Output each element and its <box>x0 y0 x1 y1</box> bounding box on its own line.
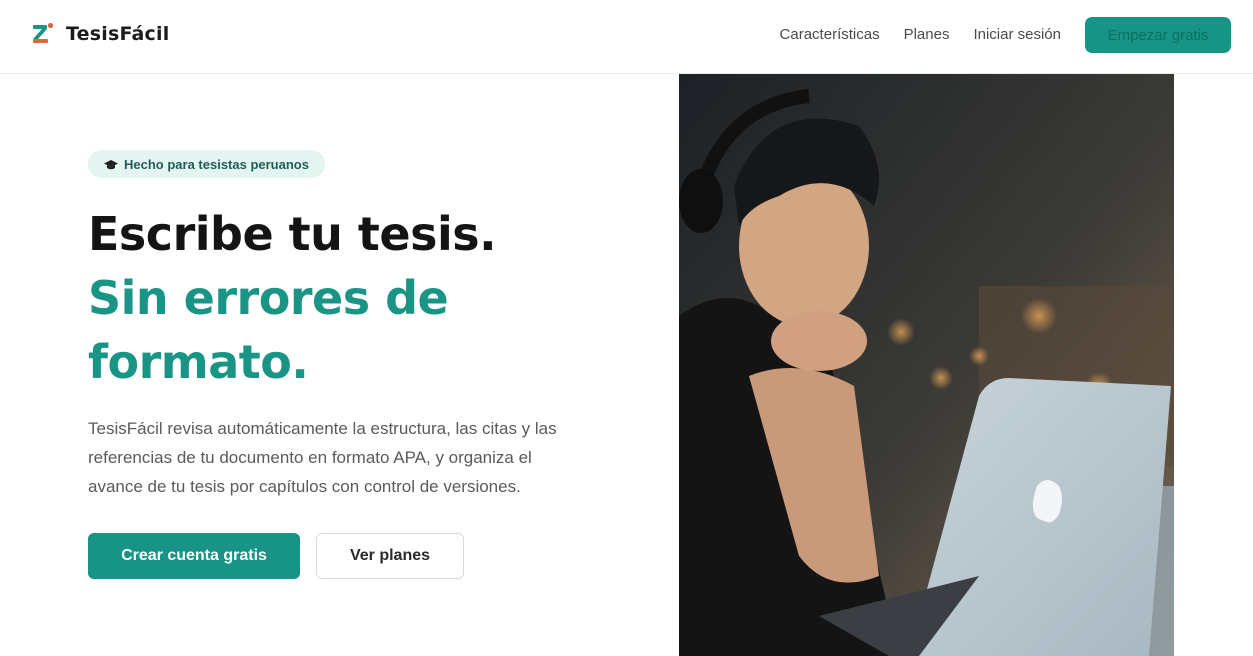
hero-headline: Escribe tu tesis. Sin errores de formato… <box>88 202 497 394</box>
view-plans-button[interactable]: Ver planes <box>316 533 464 579</box>
z-logo-icon <box>32 22 54 46</box>
nav-link-caracteristicas[interactable]: Características <box>780 17 880 53</box>
main-nav: Características Planes Iniciar sesión Em… <box>780 17 1231 53</box>
graduation-cap-icon <box>104 158 118 170</box>
create-account-button[interactable]: Crear cuenta gratis <box>88 533 300 579</box>
nav-link-planes[interactable]: Planes <box>904 17 950 53</box>
start-free-button[interactable]: Empezar gratis <box>1085 17 1231 53</box>
headline-line-2: Sin errores de <box>88 271 449 325</box>
brand-logo[interactable]: TesisFácil <box>32 22 169 46</box>
site-header: TesisFácil Características Planes Inicia… <box>0 0 1253 74</box>
badge-text: Hecho para tesistas peruanos <box>124 156 309 172</box>
brand-name: TesisFácil <box>66 23 170 45</box>
nav-link-iniciar-sesion[interactable]: Iniciar sesión <box>973 17 1061 53</box>
hero-badge: Hecho para tesistas peruanos <box>88 150 325 178</box>
headline-line-1: Escribe tu tesis. <box>88 207 497 261</box>
headline-line-3: formato. <box>88 335 309 389</box>
hero-image <box>679 56 1174 656</box>
hero-description: TesisFácil revisa automáticamente la est… <box>88 419 557 496</box>
